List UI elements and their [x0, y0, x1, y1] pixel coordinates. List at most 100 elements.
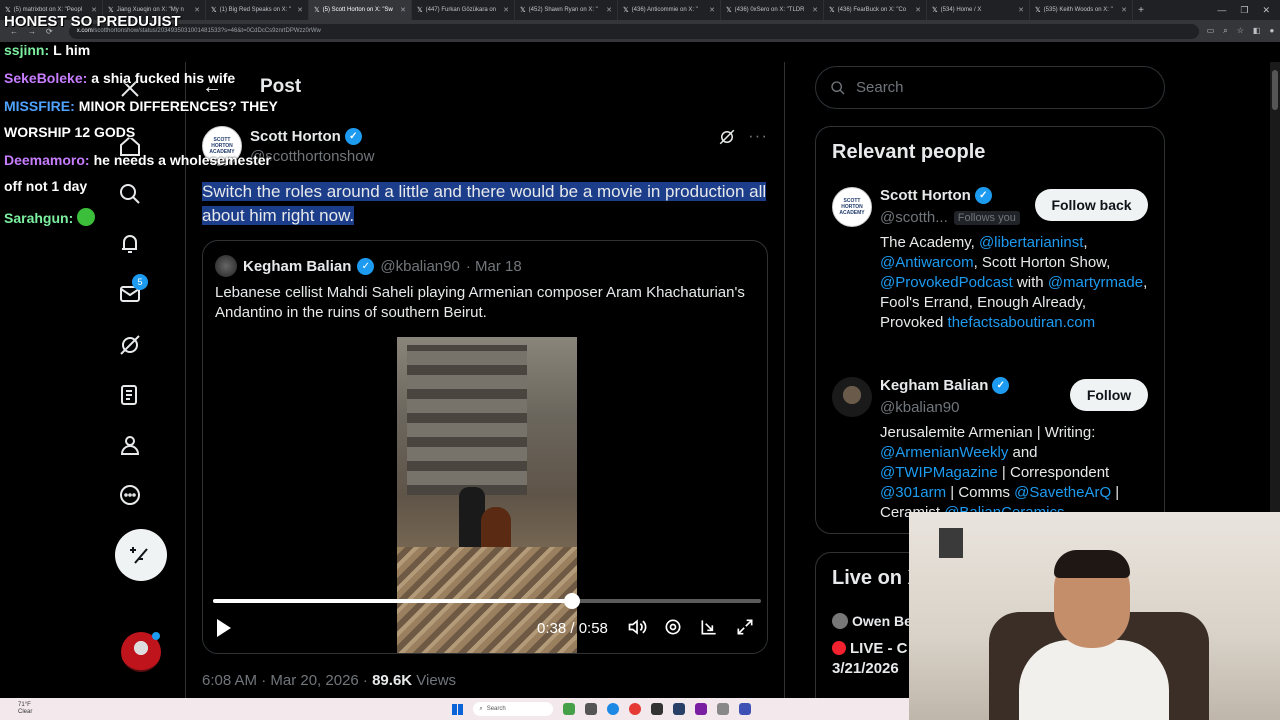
author-name-row[interactable]: Scott Horton ✓	[250, 128, 362, 145]
weather-widget[interactable]: 71°F Clear	[0, 702, 32, 716]
bio-link[interactable]: @martyrmade	[1048, 274, 1143, 291]
windows-taskbar: 71°F Clear ⌕ Search	[0, 698, 909, 720]
bio-link[interactable]: @Antiwarcom	[880, 254, 974, 271]
person-avatar[interactable]: SCOTT HORTON ACADEMY	[832, 187, 872, 227]
search-icon[interactable]	[118, 182, 142, 206]
mail-icon[interactable]: 5	[118, 274, 148, 306]
scrollbar-thumb[interactable]	[1272, 70, 1278, 110]
tab-close-icon[interactable]: ✕	[297, 6, 303, 14]
extensions-icon[interactable]: ◧	[1253, 26, 1261, 36]
settings-gear-icon[interactable]	[663, 617, 683, 637]
chat-emote-icon	[77, 208, 96, 226]
tab-close-icon[interactable]: ✕	[709, 6, 715, 14]
follow-button[interactable]: Follow	[1070, 379, 1148, 411]
bio-link[interactable]: @ProvokedPodcast	[880, 274, 1013, 291]
edge-icon[interactable]	[607, 703, 620, 715]
bio-link[interactable]: thefactsaboutiran.com	[948, 314, 1096, 331]
person-card[interactable]: SCOTT HORTON ACADEMY Scott Horton ✓ @scot…	[832, 187, 1152, 357]
bio-link[interactable]: @301arm	[880, 484, 946, 501]
bio-link[interactable]: @SavetheArQ	[1014, 484, 1111, 501]
verified-badge-icon: ✓	[344, 128, 362, 145]
tab-close-icon[interactable]: ✕	[194, 6, 200, 14]
tab-close-icon[interactable]: ✕	[400, 6, 406, 14]
browser-tab[interactable]: 𝕏 (535) Keith Woods on X: " ✕	[1030, 0, 1133, 20]
taskbar-search[interactable]: ⌕ Search	[473, 702, 554, 716]
quoted-post-date[interactable]: · Mar 18	[466, 258, 522, 275]
follows-you-badge: Follows you	[953, 210, 1020, 225]
chat-message: off not 1 day	[4, 178, 88, 194]
tab-close-icon[interactable]: ✕	[503, 6, 509, 14]
person-name[interactable]: Kegham Balian	[880, 377, 988, 394]
tab-close-icon[interactable]: ✕	[1121, 6, 1127, 14]
video-seek-bar[interactable]	[213, 593, 761, 609]
picture-in-picture-icon[interactable]	[699, 617, 719, 637]
compose-post-button[interactable]	[115, 529, 167, 581]
maximize-icon[interactable]: ❐	[1240, 5, 1248, 16]
zoom-icon[interactable]: ⌕	[1223, 26, 1227, 36]
bio-link[interactable]: @ArmenianWeekly	[880, 444, 1008, 461]
more-options-icon[interactable]: ···	[748, 126, 768, 146]
play-icon[interactable]	[217, 619, 231, 637]
taskbar-app-icon[interactable]	[739, 703, 752, 715]
person-card[interactable]: Kegham Balian ✓ @kbalian90 Follow Jerusal…	[832, 377, 1152, 533]
chrome-icon[interactable]	[629, 703, 642, 715]
browser-tab[interactable]: 𝕏 (447) Furkan Gözükara on ✕	[412, 0, 515, 20]
search-input[interactable]: Search	[815, 66, 1165, 109]
close-window-icon[interactable]: ✕	[1262, 5, 1270, 16]
tab-close-icon[interactable]: ✕	[606, 6, 612, 14]
live-host-row[interactable]: Owen Be	[832, 613, 912, 629]
person-name[interactable]: Scott Horton	[880, 187, 971, 204]
person-avatar[interactable]	[832, 377, 872, 417]
x-logo-icon: 𝕏	[520, 7, 526, 14]
live-stream-title[interactable]: LIVE - C 3/21/2026	[832, 639, 908, 679]
browser-tab[interactable]: 𝕏 (534) Home / X ✕	[927, 0, 1030, 20]
tab-close-icon[interactable]: ✕	[1018, 6, 1024, 14]
person-name-row[interactable]: Kegham Balian ✓	[880, 377, 1010, 394]
person-handle[interactable]: @kbalian90	[880, 399, 959, 416]
windows-start-icon[interactable]	[452, 703, 464, 715]
browser-tab[interactable]: 𝕏 (1) Big Red Speaks on X: " ✕	[206, 0, 309, 20]
grok-icon[interactable]	[718, 128, 736, 146]
fullscreen-icon[interactable]	[735, 617, 755, 637]
quoted-author-name[interactable]: Kegham Balian	[243, 258, 351, 275]
taskbar-app-icon[interactable]	[585, 703, 598, 715]
grok-icon[interactable]	[118, 333, 142, 357]
author-name[interactable]: Scott Horton	[250, 128, 341, 145]
taskbar-app-icon[interactable]	[717, 703, 730, 715]
cast-icon[interactable]: ▭	[1207, 26, 1215, 36]
bookmark-star-icon[interactable]: ☆	[1237, 26, 1244, 36]
more-circle-icon[interactable]	[118, 483, 142, 507]
quoted-author-handle[interactable]: @kbalian90	[380, 258, 459, 275]
taskbar-app-icon[interactable]	[563, 703, 576, 715]
browser-tab[interactable]: 𝕏 (436) Anticommie on X: " ✕	[618, 0, 721, 20]
bio-link[interactable]: @libertarianinst	[979, 234, 1083, 251]
profile-icon[interactable]: ●	[1269, 26, 1274, 36]
profile-icon[interactable]	[118, 433, 142, 457]
person-handle-row: @scotth... Follows you	[880, 209, 1020, 226]
taskbar-app-icon[interactable]	[695, 703, 708, 715]
video-player[interactable]: 0:38 / 0:58	[203, 337, 767, 653]
browser-tab[interactable]: 𝕏 (452) Shawn Ryan on X: " ✕	[515, 0, 618, 20]
tab-close-icon[interactable]: ✕	[915, 6, 921, 14]
new-tab-button[interactable]: +	[1133, 5, 1149, 16]
tab-close-icon[interactable]: ✕	[812, 6, 818, 14]
browser-tab-active[interactable]: 𝕏 (5) Scott Horton on X: "Sw ✕	[309, 0, 412, 20]
lists-icon[interactable]	[118, 383, 142, 407]
taskbar-app-icon[interactable]	[651, 703, 664, 715]
bell-icon[interactable]	[118, 232, 142, 256]
person-handle[interactable]: @scotth...	[880, 209, 948, 226]
browser-tab-bar: 𝕏 (5) matrixbot on X: "Peopl ✕ 𝕏 Jiang Xueq…	[0, 0, 1280, 20]
browser-tab[interactable]: 𝕏 (436) 0xSero on X: "TLDR ✕	[721, 0, 824, 20]
steam-icon[interactable]	[673, 703, 686, 715]
video-seek-handle[interactable]	[563, 593, 580, 609]
follow-back-button[interactable]: Follow back	[1035, 189, 1148, 221]
bio-link[interactable]: @TWIPMagazine	[880, 464, 998, 481]
browser-tab[interactable]: 𝕏 (436) FearBuck on X: "Co ✕	[824, 0, 927, 20]
quoted-author-avatar[interactable]	[215, 255, 237, 277]
person-name-row[interactable]: Scott Horton ✓	[880, 187, 992, 204]
quoted-post[interactable]: Kegham Balian ✓ @kbalian90 · Mar 18 Leba…	[202, 240, 768, 654]
account-avatar[interactable]	[121, 632, 161, 672]
minimize-icon[interactable]: —	[1217, 5, 1226, 16]
volume-icon[interactable]	[627, 617, 647, 637]
address-bar[interactable]: x.com/scotthortonshow/status/20349350310…	[68, 23, 1199, 39]
